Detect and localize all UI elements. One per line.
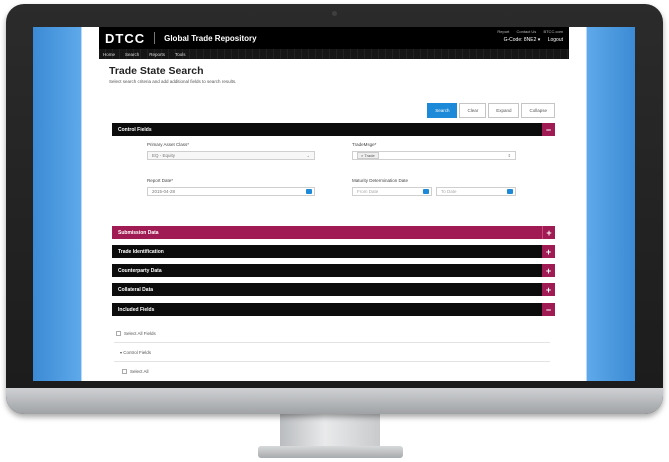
primary-asset-class-value: EQ - Equity	[152, 153, 176, 158]
header-divider	[154, 32, 156, 44]
trade-identification-label: Trade Identification	[118, 248, 164, 255]
divider	[114, 361, 550, 362]
monitor-stand-neck	[280, 408, 380, 450]
page-subtitle: Select search criteria and add additiona…	[109, 79, 237, 84]
dtcc-logo[interactable]: DTCC	[105, 31, 145, 46]
search-button[interactable]: Search	[427, 103, 458, 118]
trade-tag[interactable]: × Trade	[357, 152, 379, 159]
collapse-icon[interactable]: −	[542, 123, 555, 136]
caret-down-icon: ▾	[120, 350, 123, 355]
control-fields-group[interactable]: ▾ Control Fields	[120, 350, 151, 355]
report-date-label: Report Date*	[147, 178, 174, 183]
control-fields-label: Control Fields	[118, 126, 152, 133]
report-date-value: 2015-04-28	[152, 189, 176, 194]
clear-button[interactable]: Clear	[459, 103, 487, 118]
utility-links: Report Contact Us BTCC.com	[491, 29, 563, 34]
app-window: DTCC Global Trade Repository Report Cont…	[99, 27, 569, 381]
control-fields-header[interactable]: Control Fields −	[112, 123, 555, 136]
page-title: Trade State Search	[109, 65, 204, 77]
trade-msg-select[interactable]: × Trade ⇕	[352, 151, 516, 160]
monitor-screen: DTCC Global Trade Repository Report Cont…	[33, 27, 635, 381]
app-title: Global Trade Repository	[164, 33, 257, 43]
divider	[114, 342, 550, 343]
page-content: Trade State Search Select search criteri…	[99, 59, 569, 84]
webcam-icon	[332, 11, 337, 16]
chevron-down-icon: ⌄	[306, 153, 310, 158]
header-utility: Report Contact Us BTCC.com G-Code: 8NE2 …	[491, 29, 563, 43]
select-all-fields-row[interactable]: Select All Fields	[116, 331, 156, 337]
select-all-checkbox[interactable]	[122, 369, 127, 375]
trade-msg-label: TradeMsge*	[352, 142, 377, 147]
primary-asset-class-select[interactable]: EQ - Equity ⌄	[147, 151, 315, 160]
logout-link[interactable]: Logout	[548, 37, 563, 43]
maturity-to-placeholder: To Date	[441, 189, 457, 194]
trade-identification-header[interactable]: Trade Identification +	[112, 245, 555, 258]
nav-tools[interactable]: Tools	[175, 52, 186, 57]
maturity-from-input[interactable]: From Date	[352, 187, 432, 196]
counterparty-data-header[interactable]: Counterparty Data +	[112, 264, 555, 277]
submission-data-header[interactable]: Submission Data +	[112, 226, 555, 239]
report-date-input[interactable]: 2015-04-28	[147, 187, 315, 196]
user-area: G-Code: 8NE2 ▾ Logout	[491, 37, 563, 43]
expand-icon[interactable]: +	[542, 283, 555, 296]
select-all-row[interactable]: Select All	[122, 369, 149, 375]
contact-us-link[interactable]: Contact Us	[517, 29, 537, 34]
updown-icon: ⇕	[507, 153, 511, 158]
nav-reports[interactable]: Reports	[149, 52, 165, 57]
nav-search[interactable]: Search	[125, 52, 139, 57]
action-buttons: Search Clear Expand Collapse	[425, 103, 555, 118]
expand-button[interactable]: Expand	[488, 103, 520, 118]
top-header: DTCC Global Trade Repository Report Cont…	[99, 27, 569, 49]
expand-icon[interactable]: +	[542, 264, 555, 277]
nav-home[interactable]: Home	[103, 52, 115, 57]
counterparty-data-label: Counterparty Data	[118, 267, 162, 274]
control-fields-group-label: Control Fields	[123, 350, 152, 355]
collateral-data-header[interactable]: Collateral Data +	[112, 283, 555, 296]
included-fields-header[interactable]: Included Fields −	[112, 303, 555, 316]
report-link[interactable]: Report	[497, 29, 509, 34]
main-nav: Home Search Reports Tools	[99, 49, 569, 59]
user-code-dropdown[interactable]: G-Code: 8NE2 ▾	[504, 37, 541, 43]
primary-asset-class-label: Primary Asset Class*	[147, 142, 190, 147]
monitor-chin	[6, 388, 663, 414]
expand-icon[interactable]: +	[542, 226, 555, 239]
included-fields-panel: Select All Fields ▾ Control Fields Selec…	[112, 325, 555, 381]
calendar-icon[interactable]	[306, 189, 312, 194]
monitor-stand-base	[258, 446, 403, 458]
calendar-icon[interactable]	[507, 189, 513, 194]
maturity-date-label: Maturity Determination Date	[352, 178, 409, 183]
collateral-data-label: Collateral Data	[118, 286, 154, 293]
maturity-to-input[interactable]: To Date	[436, 187, 516, 196]
calendar-icon[interactable]	[423, 189, 429, 194]
maturity-from-placeholder: From Date	[357, 189, 379, 194]
select-all-fields-label: Select All Fields	[124, 331, 156, 336]
control-fields-panel: Primary Asset Class* EQ - Equity ⌄ Trade…	[112, 136, 555, 218]
select-all-label: Select All	[130, 369, 149, 374]
included-fields-label: Included Fields	[118, 306, 155, 313]
collapse-button[interactable]: Collapse	[521, 103, 555, 118]
dtcc-com-link[interactable]: BTCC.com	[543, 29, 563, 34]
submission-data-label: Submission Data	[118, 229, 159, 236]
select-all-fields-checkbox[interactable]	[116, 331, 121, 337]
expand-icon[interactable]: +	[542, 245, 555, 258]
collapse-icon[interactable]: −	[542, 303, 555, 316]
